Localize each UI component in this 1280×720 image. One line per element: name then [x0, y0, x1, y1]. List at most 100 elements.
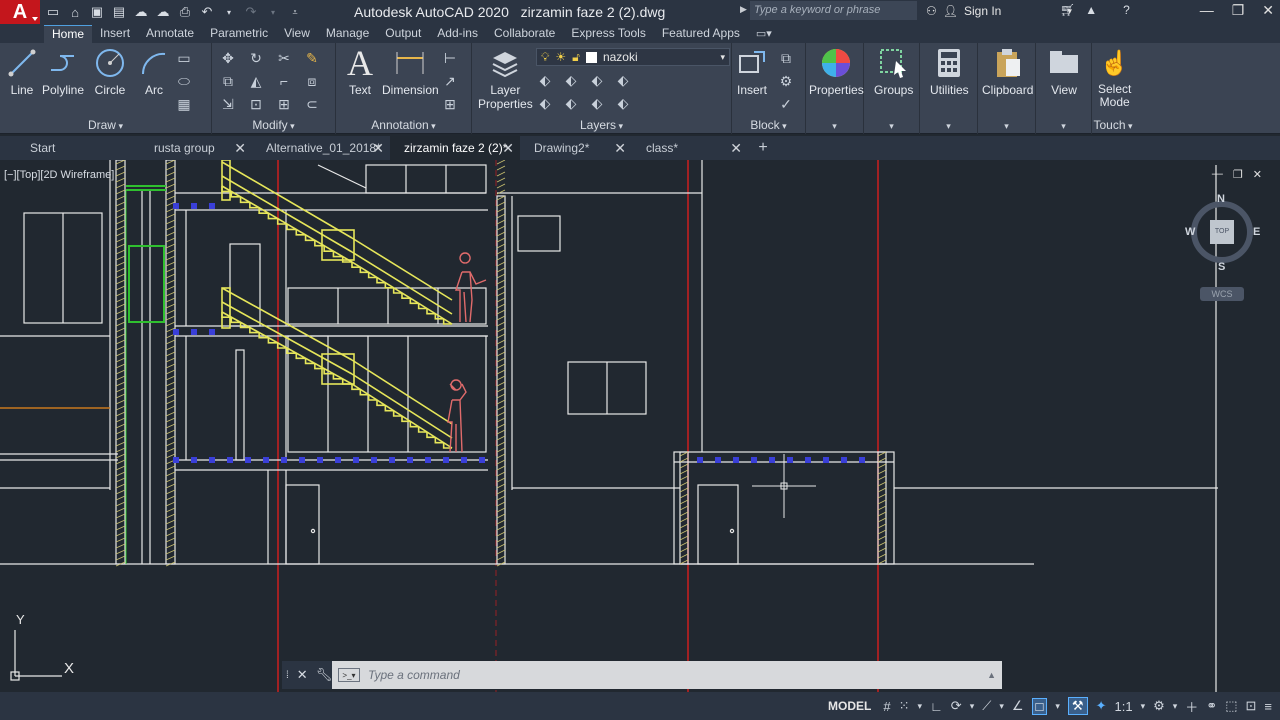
ribbon-minimize-icon[interactable]: ▭▾ — [756, 26, 772, 43]
chevron-up-icon[interactable]: ▲ — [987, 670, 996, 680]
save-as-icon[interactable]: ▤ — [112, 4, 126, 20]
help-icon[interactable]: ? — [1123, 3, 1130, 17]
insert-button[interactable]: Insert — [736, 47, 768, 97]
layer-copy-icon[interactable]: ⬖ — [610, 92, 636, 115]
layer-freeze-tool-icon[interactable]: ⬖ — [558, 92, 584, 115]
close-tab-icon[interactable]: ✕ — [502, 136, 514, 160]
arc-button[interactable]: Arc — [138, 47, 170, 97]
search-expand-icon[interactable]: ▶ — [740, 4, 747, 15]
leader-icon[interactable]: ↗ — [436, 70, 464, 93]
stretch-icon[interactable]: ⇲ — [214, 93, 242, 116]
layer-off-icon[interactable]: ⬖ — [532, 92, 558, 115]
ribbon-tab-express-tools[interactable]: Express Tools — [563, 25, 653, 43]
circle-button[interactable]: Circle — [94, 47, 126, 97]
view-panel[interactable]: View ▾ — [1036, 43, 1092, 134]
file-tab-class[interactable]: class* ✕ — [632, 136, 748, 160]
text-button[interactable]: A Text — [344, 43, 376, 97]
minimize-icon[interactable]: — — [1200, 2, 1214, 19]
hatch-icon[interactable]: ⬭ — [170, 70, 198, 93]
wcs-menu-button[interactable]: WCS — [1200, 287, 1244, 301]
compass-north[interactable]: N — [1217, 193, 1225, 205]
snap-icon[interactable]: ⁙ — [899, 698, 910, 714]
file-tab-zirzamin-faze-2-2[interactable]: zirzamin faze 2 (2)* ✕ — [390, 136, 520, 160]
layers-panel-title[interactable]: Layers — [472, 118, 731, 132]
redo-dropdown-icon[interactable]: ▾ — [266, 8, 280, 17]
dimension-button[interactable]: Dimension — [382, 47, 439, 97]
new-file-icon[interactable]: ▭ — [46, 4, 60, 20]
properties-panel[interactable]: Properties ▾ — [806, 43, 864, 134]
ribbon-tab-add-ins[interactable]: Add-ins — [429, 25, 486, 43]
annotation-visibility-icon[interactable]: ⚒ — [1067, 697, 1088, 715]
ribbon-tab-collaborate[interactable]: Collaborate — [486, 25, 563, 43]
trim-icon[interactable]: ✂ — [270, 47, 298, 70]
boundary-icon[interactable]: ▦ — [170, 93, 198, 116]
chevron-down-icon[interactable]: ▾ — [1036, 121, 1091, 132]
a360-icon[interactable]: ▲ — [1085, 3, 1097, 17]
viewport-controls-label[interactable]: [−][Top][2D Wireframe] — [4, 169, 114, 181]
cart-icon[interactable]: 🛒︎ — [1060, 3, 1075, 17]
close-tab-icon[interactable]: ✕ — [372, 136, 384, 160]
compass-west[interactable]: W — [1185, 226, 1195, 238]
annotation-scale[interactable]: 1:1 — [1114, 699, 1132, 714]
ribbon-tab-view[interactable]: View — [276, 25, 318, 43]
layer-freeze-icon[interactable]: ☀ — [555, 50, 566, 64]
move-icon[interactable]: ✥ — [214, 47, 242, 70]
restore-icon[interactable]: ❐ — [1233, 168, 1243, 181]
layer-isolate-icon[interactable]: ⬖ — [584, 69, 610, 92]
edit-block-icon[interactable]: ⚙ — [772, 70, 800, 93]
application-menu-button[interactable]: A — [0, 0, 40, 24]
ribbon-tab-parametric[interactable]: Parametric — [202, 25, 276, 43]
rectangle-icon[interactable]: ▭ — [170, 47, 198, 70]
isolate-objects-icon[interactable]: ⚭ — [1206, 698, 1217, 714]
block-attribute-icon[interactable]: ✓ — [772, 93, 800, 116]
ribbon-tab-featured-apps[interactable]: Featured Apps — [654, 25, 748, 43]
hardware-acceleration-icon[interactable]: ⬚ — [1225, 698, 1237, 714]
select-mode-button[interactable]: ☝ Select Mode — [1098, 47, 1131, 109]
erase-icon[interactable]: ✎ — [298, 47, 326, 70]
linear-dim-icon[interactable]: ⊢ — [436, 47, 464, 70]
wrench-icon[interactable]: 🔧︎ — [316, 667, 333, 683]
close-icon[interactable]: ✕ — [1262, 2, 1274, 19]
table-icon[interactable]: ⊞ — [436, 93, 464, 116]
compass-east[interactable]: E — [1253, 226, 1260, 238]
add-icon[interactable]: ＋ — [1185, 697, 1198, 716]
customize-qat-icon[interactable]: ⩡ — [288, 7, 302, 18]
scale-icon[interactable]: ⊡ — [242, 93, 270, 116]
file-tab-drawing2[interactable]: Drawing2* ✕ — [520, 136, 632, 160]
model-space-button[interactable]: MODEL — [828, 699, 871, 713]
undo-icon[interactable]: ↶ — [200, 4, 214, 20]
close-tab-icon[interactable]: ✕ — [730, 136, 742, 160]
polar-tracking-icon[interactable]: ⟳ — [951, 698, 962, 714]
snap-dropdown-icon[interactable]: ▾ — [918, 701, 923, 712]
undo-dropdown-icon[interactable]: ▾ — [222, 8, 236, 17]
clean-screen-icon[interactable]: ⊡ — [1246, 698, 1257, 714]
draw-panel-title[interactable]: Draw — [0, 118, 211, 132]
ribbon-tab-output[interactable]: Output — [377, 25, 429, 43]
grid-icon[interactable]: # — [883, 699, 890, 714]
copy-icon[interactable]: ⧉ — [214, 70, 242, 93]
drawing-canvas[interactable] — [0, 160, 1280, 692]
file-tab-start[interactable]: Start — [0, 136, 140, 160]
drawing-viewport[interactable]: [−][Top][2D Wireframe] — ❐ ✕ Y X TOP N S… — [0, 160, 1280, 692]
layer-walk-icon[interactable]: ⬖ — [610, 69, 636, 92]
object-snap-icon[interactable]: □ — [1031, 697, 1048, 715]
create-block-icon[interactable]: ⧉ — [772, 47, 800, 70]
groups-panel[interactable]: Groups ▾ — [864, 43, 920, 134]
close-icon[interactable]: ✕ — [1253, 168, 1262, 181]
chevron-down-icon[interactable]: ▾ — [920, 121, 977, 132]
file-tab-rusta-group[interactable]: rusta group ✕ — [140, 136, 252, 160]
block-panel-title[interactable]: Block — [732, 118, 805, 132]
isodraft-icon[interactable]: ⟋ — [982, 698, 991, 714]
layer-on-icon[interactable]: 💡︎ — [541, 50, 549, 65]
layer-dropdown[interactable]: 💡︎ ☀ 🔓︎ nazoki ▾ — [536, 48, 730, 66]
viewcube-top-face[interactable]: TOP — [1210, 220, 1234, 244]
restore-icon[interactable]: ❐ — [1232, 2, 1245, 19]
array-icon[interactable]: ⊞ — [270, 93, 298, 116]
save-web-icon[interactable]: ☁ — [156, 4, 170, 20]
open-web-icon[interactable]: ☁ — [134, 4, 148, 20]
layer-match-icon[interactable]: ⬖ — [532, 69, 558, 92]
layer-lock-icon[interactable]: 🔓︎ — [572, 50, 580, 65]
chevron-down-icon[interactable]: ▾ — [806, 121, 863, 132]
ribbon-tab-manage[interactable]: Manage — [318, 25, 377, 43]
close-tab-icon[interactable]: ✕ — [614, 136, 626, 160]
